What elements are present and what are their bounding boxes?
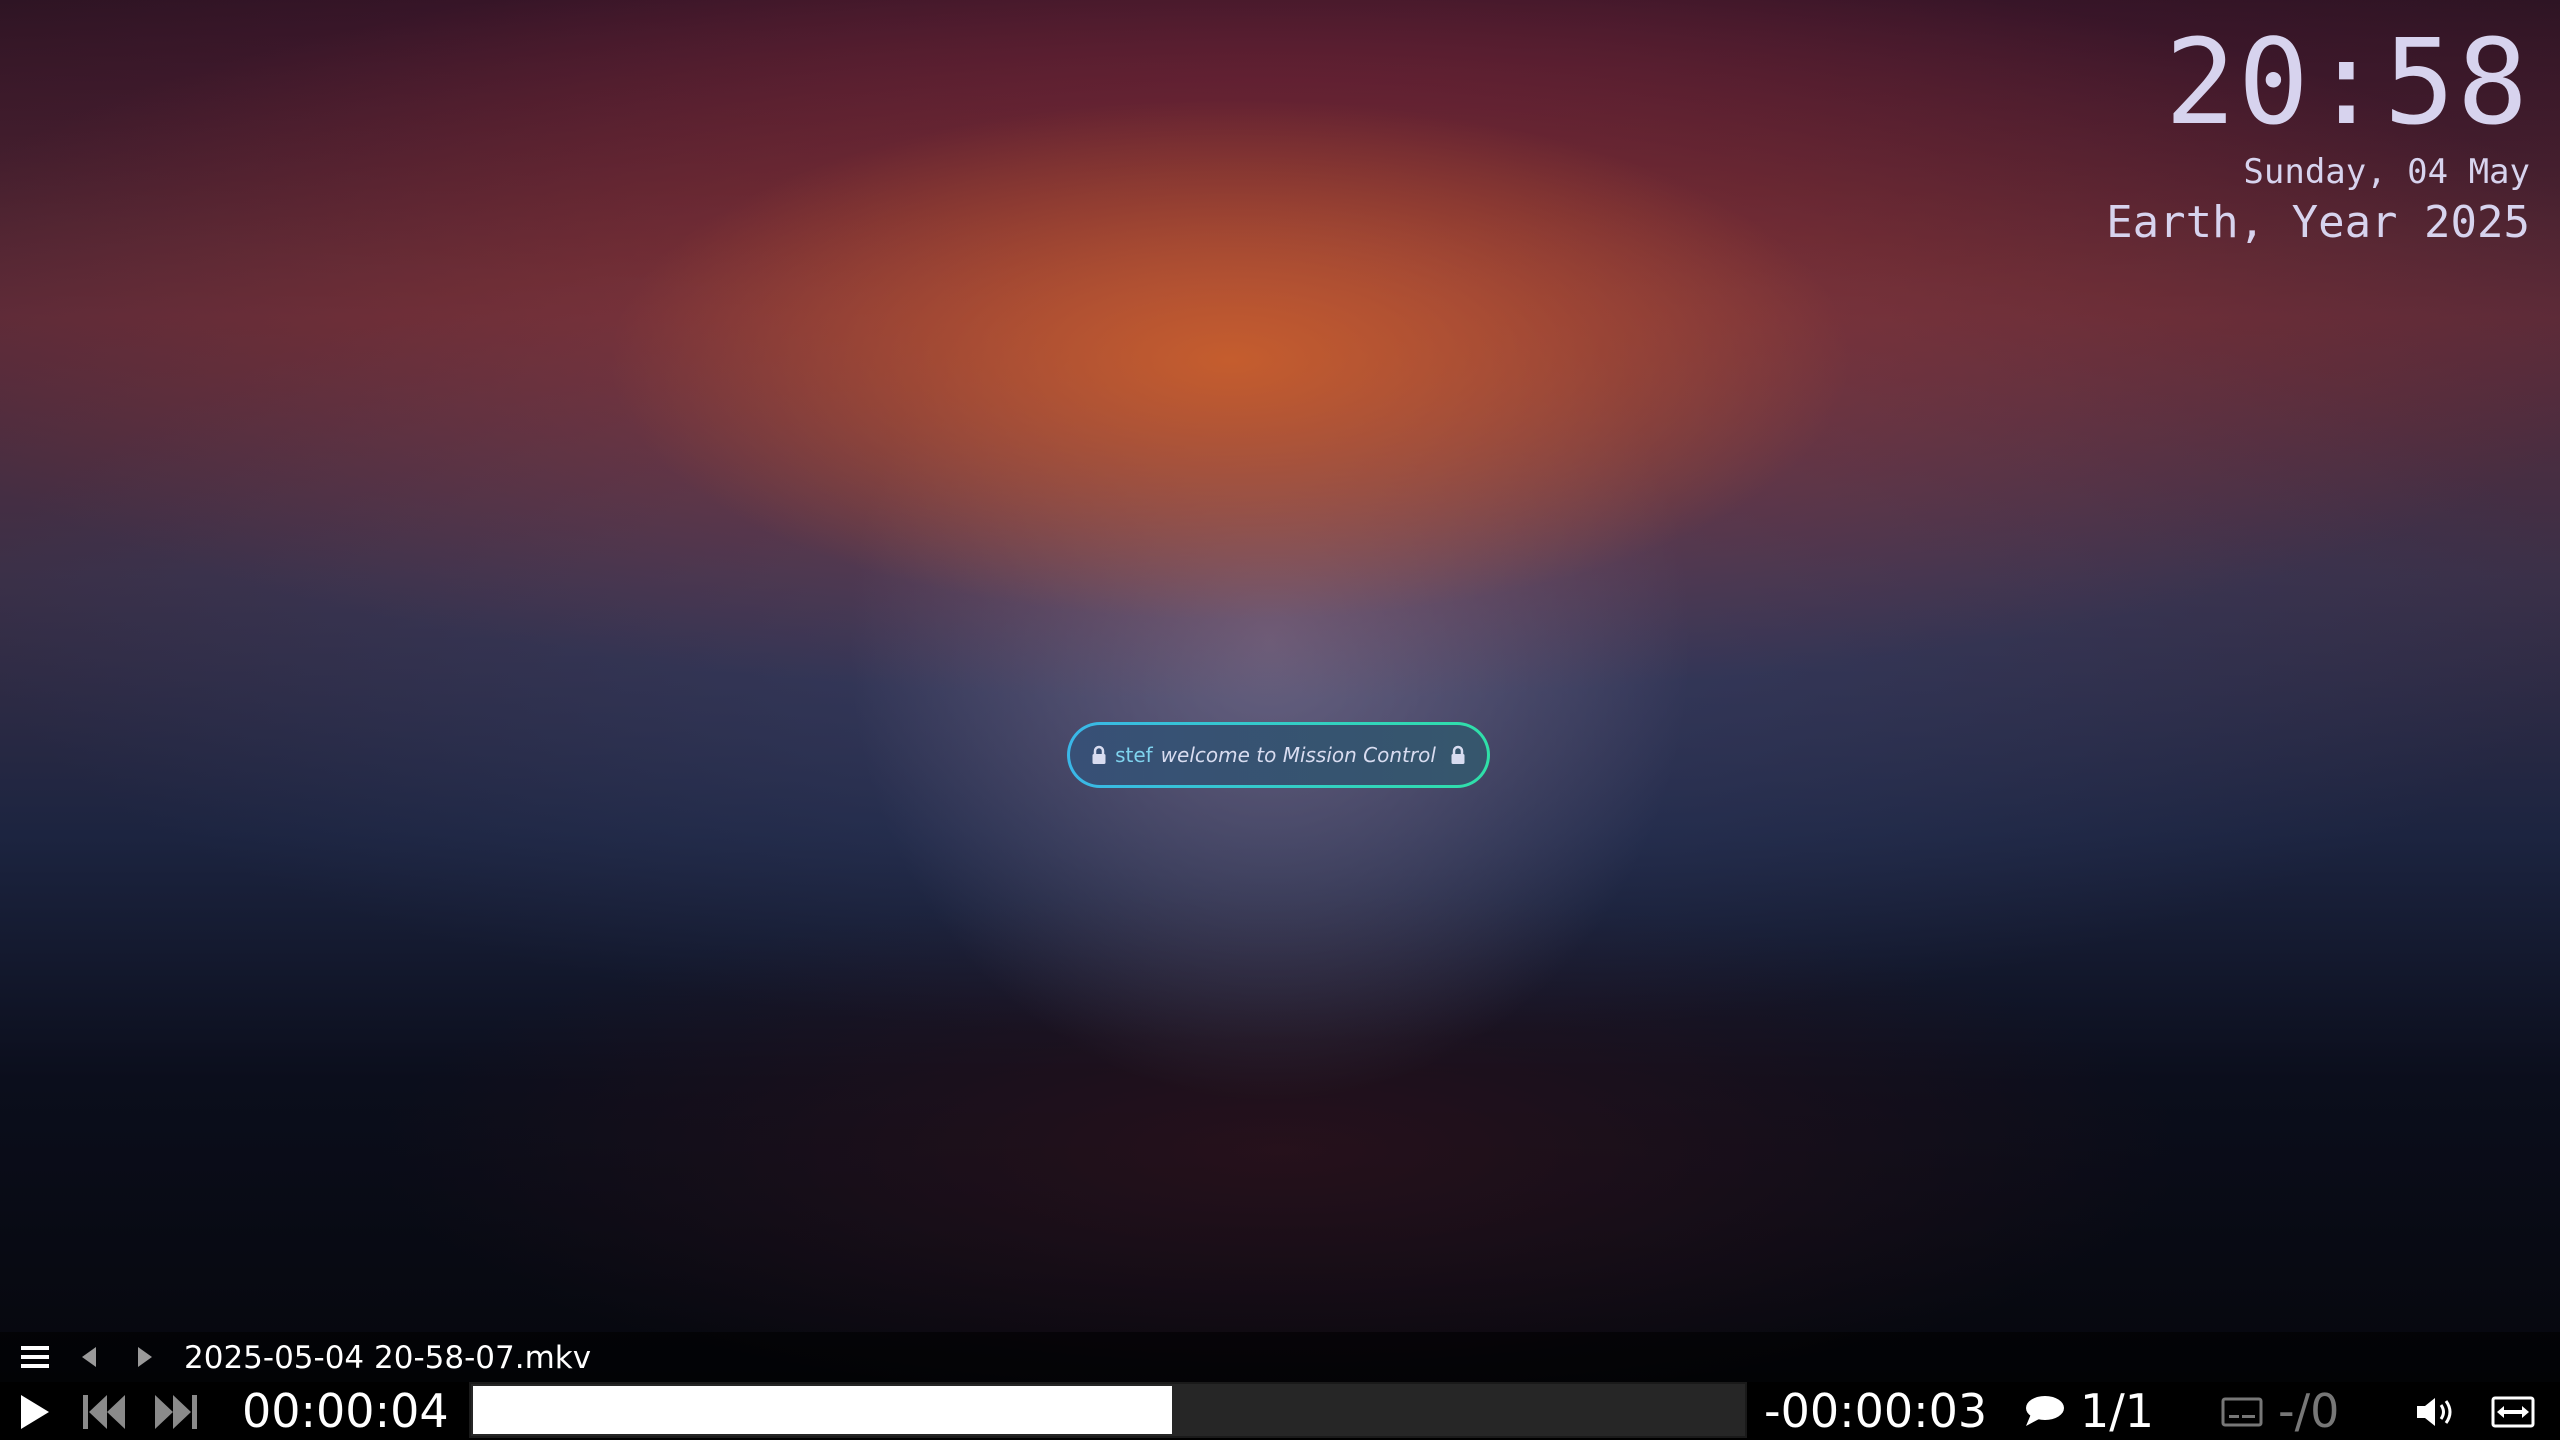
welcome-pill: stef welcome to Mission Control: [1067, 722, 1490, 788]
fullscreen-icon[interactable]: [2490, 1394, 2536, 1430]
triangle-right-icon[interactable]: [130, 1342, 160, 1372]
osc-title-bar: 2025-05-04 20-58-07.mkv: [0, 1332, 2560, 1382]
remaining-time[interactable]: -00:00:03: [1764, 1382, 1987, 1440]
lock-icon: [1450, 745, 1466, 765]
subtitle-track-count[interactable]: -/0: [2278, 1382, 2339, 1440]
skip-back-icon[interactable]: [80, 1392, 128, 1432]
play-icon[interactable]: [14, 1392, 54, 1432]
clock-planet-year: Earth, Year 2025: [2106, 197, 2530, 248]
media-filename[interactable]: 2025-05-04 20-58-07.mkv: [184, 1340, 591, 1376]
clock-date: Sunday, 04 May: [2243, 152, 2530, 192]
speech-bubble-icon[interactable]: [2022, 1394, 2066, 1428]
clock-time: 20:58: [2164, 13, 2530, 151]
subtitle-icon[interactable]: [2220, 1396, 2264, 1428]
desktop-screen: 20:58 Sunday, 04 May Earth, Year 2025 st…: [0, 0, 2560, 1440]
speaker-icon[interactable]: [2414, 1394, 2460, 1430]
audio-track-count[interactable]: 1/1: [2080, 1382, 2154, 1440]
clock-widget: 20:58 Sunday, 04 May Earth, Year 2025: [2106, 18, 2530, 252]
menu-icon[interactable]: [18, 1342, 52, 1372]
seek-bar[interactable]: [469, 1382, 1747, 1438]
seek-bar-fill: [473, 1386, 1172, 1434]
skip-forward-icon[interactable]: [152, 1392, 200, 1432]
lock-icon: [1091, 745, 1107, 765]
osc-control-bar: 00:00:04 -00:00:03 1/1 -/0: [0, 1382, 2560, 1440]
elapsed-time[interactable]: 00:00:04: [242, 1382, 449, 1440]
greeter-message: welcome to Mission Control: [1160, 743, 1436, 767]
triangle-left-icon[interactable]: [74, 1342, 104, 1372]
greeter-username: stef: [1115, 743, 1153, 767]
